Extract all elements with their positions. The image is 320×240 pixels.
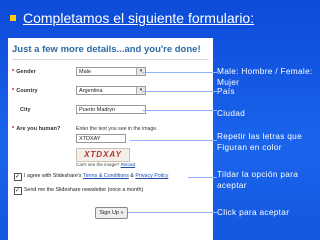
gender-label: * Gender: [12, 69, 36, 75]
annotation-city: Ciudad: [217, 108, 246, 118]
connector-line-city: [142, 110, 217, 111]
slide-title-text: Completamos el siguiente formulario:: [23, 10, 255, 26]
annotation-gender: Male: Hombre / Female: Mujer: [217, 66, 313, 87]
connector-line-gender: [142, 72, 217, 73]
newsletter-checkbox[interactable]: ✓: [14, 187, 22, 195]
annotation-country: País: [217, 86, 235, 96]
annotation-captcha: Repetir las letras que Figuran en color: [217, 131, 302, 152]
signup-form: Just a few more details...and you're don…: [8, 38, 213, 240]
city-input[interactable]: Puerto Madryn: [76, 105, 146, 114]
city-label: City: [20, 107, 31, 113]
bullet-icon: [10, 15, 16, 21]
human-label: * Are you human?: [12, 126, 61, 132]
slide-title: Completamos el siguiente formulario:: [10, 10, 315, 26]
agree-text: I agree with Slideshare's Terms & Condit…: [24, 173, 169, 179]
annotation-signup: Click para aceptar: [217, 207, 290, 217]
agree-checkbox[interactable]: ✓: [14, 173, 22, 181]
connector-line-country: [142, 91, 217, 92]
signup-button[interactable]: Sign Up »: [95, 207, 128, 219]
connector-line-captcha: [130, 140, 217, 141]
reload-captcha-link[interactable]: Reload: [121, 162, 136, 167]
connector-line-signup: [128, 212, 217, 213]
country-select[interactable]: Argentina ▾: [76, 86, 146, 95]
country-label: * Country: [12, 88, 38, 94]
divider: [12, 59, 209, 60]
captcha-input[interactable]: XTDXAY: [76, 134, 126, 143]
gender-select[interactable]: Male ▾: [76, 67, 146, 76]
connector-line-agree: [188, 177, 217, 178]
terms-link[interactable]: Terms & Conditions: [83, 173, 129, 179]
newsletter-text: Send me the Slideshare newsletter (once …: [24, 187, 144, 193]
captcha-image: XTDXAY: [76, 148, 130, 162]
form-heading: Just a few more details...and you're don…: [12, 44, 201, 55]
annotation-agree: Tildar la opción para aceptar: [217, 169, 299, 190]
captcha-instruction: Enter the text you see in the image.: [76, 126, 158, 132]
privacy-link[interactable]: Privacy Policy: [135, 173, 168, 179]
captcha-help: Can't see the image? Reload: [76, 162, 136, 167]
